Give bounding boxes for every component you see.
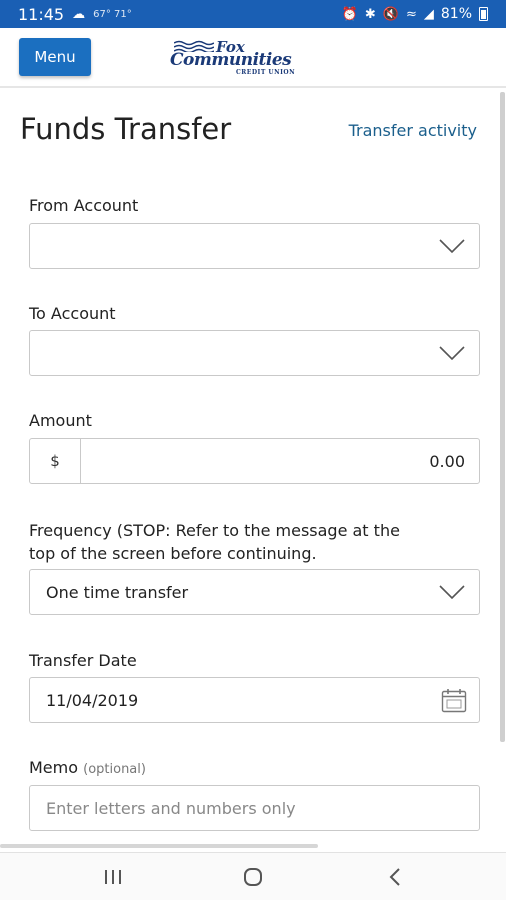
scrollbar[interactable]: [500, 92, 505, 742]
status-weather: 67° 71°: [93, 8, 132, 20]
alarm-icon: ⏰: [341, 6, 358, 22]
memo-label-text: Memo: [29, 758, 79, 777]
notification-icon: ☁: [72, 6, 86, 22]
mute-icon: 🔇: [382, 6, 399, 22]
battery-icon: [479, 7, 488, 21]
frequency-label-line: top of the screen before continuing.: [29, 544, 317, 563]
to-account-label: To Account: [29, 304, 116, 323]
transfer-date-field[interactable]: 11/04/2019: [29, 677, 480, 723]
menu-button[interactable]: Menu: [19, 38, 91, 76]
chevron-down-icon: [439, 585, 465, 600]
bluetooth-icon: ✱: [364, 6, 376, 22]
frequency-label: Frequency (STOP: Refer to the message at…: [29, 519, 400, 565]
transfer-date-label: Transfer Date: [29, 651, 137, 670]
logo[interactable]: Fox Communities CREDIT UNION: [170, 38, 295, 78]
status-bar: 11:45 ☁ 67° 71° ⏰ ✱ 🔇 ≈ ◢ 81%: [0, 0, 506, 28]
memo-field[interactable]: Enter letters and numbers only: [29, 785, 480, 831]
from-account-label: From Account: [29, 196, 139, 215]
currency-prefix: $: [30, 439, 81, 483]
to-account-select[interactable]: [29, 330, 480, 376]
calendar-icon[interactable]: [441, 688, 467, 713]
android-nav-bar: [0, 852, 506, 900]
frequency-value: One time transfer: [46, 583, 189, 602]
transfer-date-value: 11/04/2019: [46, 691, 139, 710]
back-icon[interactable]: [380, 865, 410, 889]
frequency-label-line: Frequency (STOP: Refer to the message at…: [29, 521, 400, 540]
memo-label: Memo (optional): [29, 758, 146, 777]
wifi-icon: ≈: [405, 6, 417, 22]
amount-label: Amount: [29, 411, 92, 430]
logo-subtext: CREDIT UNION: [236, 69, 296, 76]
chevron-down-icon: [439, 346, 465, 361]
memo-input[interactable]: Enter letters and numbers only: [46, 799, 296, 818]
logo-text: Communities: [170, 50, 292, 70]
scroll-indicator: [0, 844, 318, 848]
amount-field[interactable]: $ 0.00: [29, 438, 480, 484]
memo-optional-hint: (optional): [83, 762, 146, 777]
signal-icon: ◢: [423, 6, 434, 22]
chevron-down-icon: [439, 239, 465, 254]
frequency-select[interactable]: One time transfer: [29, 569, 480, 615]
transfer-activity-link[interactable]: Transfer activity: [349, 121, 477, 140]
from-account-select[interactable]: [29, 223, 480, 269]
home-icon[interactable]: [238, 865, 268, 889]
battery-percent: 81%: [440, 6, 472, 22]
status-time: 11:45: [18, 4, 65, 24]
page-title: Funds Transfer: [20, 112, 232, 146]
app-header: Menu Fox Communities CREDIT UNION: [0, 28, 506, 88]
amount-input[interactable]: 0.00: [429, 452, 465, 471]
recent-apps-icon[interactable]: [98, 865, 128, 889]
